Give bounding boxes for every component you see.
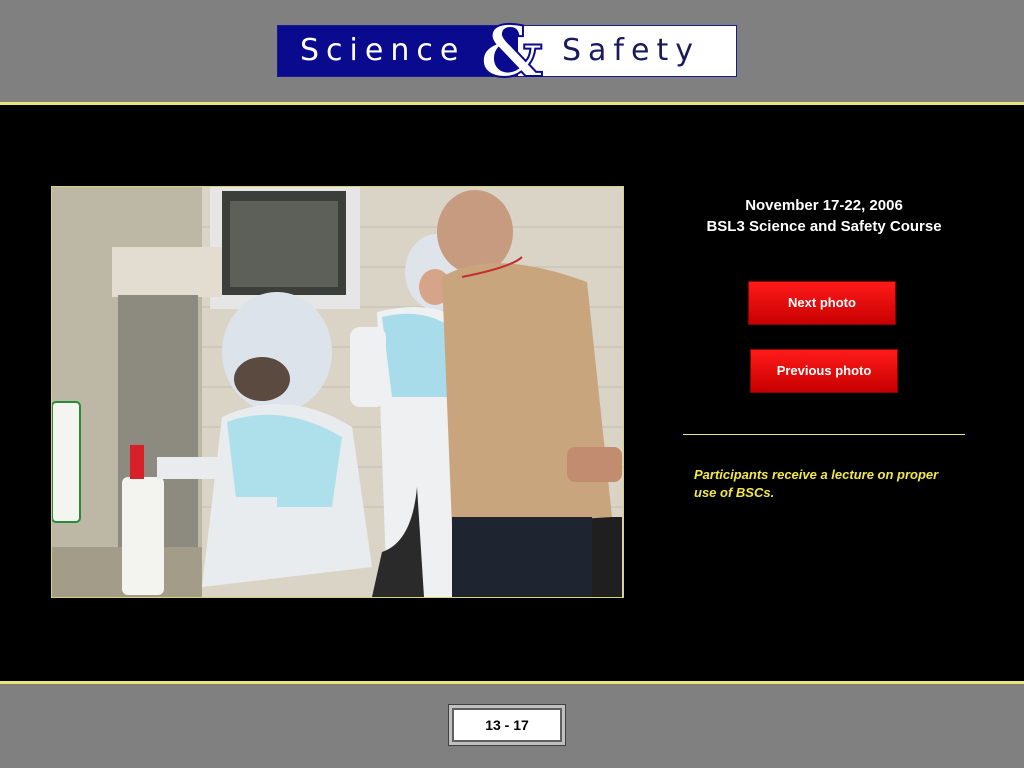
course-dates: November 17-22, 2006: [745, 197, 903, 214]
photo-counter: 13 - 17: [448, 704, 566, 746]
next-photo-button[interactable]: Next photo: [748, 281, 896, 325]
logo-safety-text: Safety: [518, 26, 736, 76]
photo-description: Participants receive a lecture on proper…: [694, 467, 939, 500]
course-title: BSL3 Science and Safety Course: [706, 218, 942, 235]
course-caption: November 17-22, 2006 BSL3 Science and Sa…: [683, 195, 965, 237]
footer-divider: [0, 681, 1024, 684]
lab-photo: [51, 186, 624, 598]
header: Science Safety &: [0, 0, 1024, 102]
lab-photo-illustration: [52, 187, 623, 597]
caption-divider: [683, 434, 965, 435]
previous-photo-button[interactable]: Previous photo: [750, 349, 898, 393]
science-and-safety-logo: Science Safety &: [277, 15, 737, 89]
logo-ampersand: &: [479, 10, 544, 93]
main-panel: November 17-22, 2006 BSL3 Science and Sa…: [0, 105, 1024, 681]
